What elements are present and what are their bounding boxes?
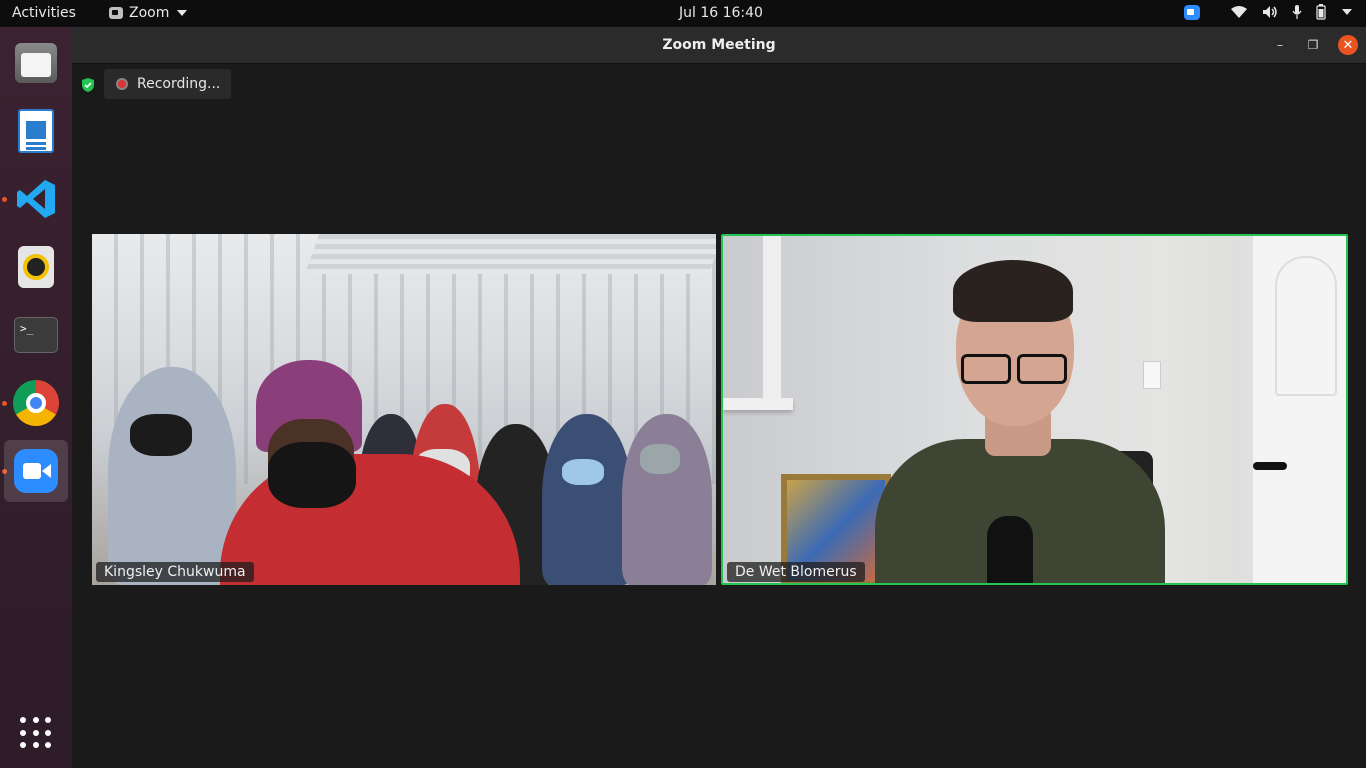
app-menu[interactable]: Zoom — [109, 5, 188, 21]
rhythmbox-icon — [18, 246, 54, 288]
video-background — [1253, 462, 1287, 470]
restore-button[interactable]: ❐ — [1303, 35, 1323, 55]
video-person — [542, 414, 632, 585]
video-person — [622, 414, 712, 585]
minimize-button[interactable]: – — [1270, 35, 1290, 55]
video-background — [304, 234, 716, 274]
recording-indicator[interactable]: Recording... — [104, 69, 232, 99]
show-applications-button[interactable] — [4, 702, 68, 764]
app-menu-label: Zoom — [129, 5, 170, 21]
zoom-tray-icon[interactable] — [1184, 4, 1200, 20]
encryption-shield-icon[interactable] — [80, 77, 96, 93]
wifi-icon — [1231, 6, 1247, 18]
zoom-app-icon — [109, 7, 123, 19]
video-background — [723, 398, 793, 410]
dock-item-writer[interactable] — [4, 100, 68, 162]
video-tile-active-speaker[interactable]: De Wet Blomerus — [721, 234, 1348, 585]
writer-icon — [18, 109, 54, 153]
video-background — [1143, 361, 1161, 389]
window-title: Zoom Meeting — [662, 37, 776, 53]
dock-item-zoom[interactable] — [4, 440, 68, 502]
microphone-icon — [1292, 5, 1302, 19]
video-person — [130, 414, 192, 456]
video-background — [763, 236, 781, 398]
window-titlebar[interactable]: Zoom Meeting – ❐ ✕ — [72, 27, 1366, 64]
video-background — [1275, 256, 1337, 396]
video-person — [961, 354, 1071, 384]
dock: >_ — [0, 27, 72, 768]
recording-label: Recording... — [137, 76, 221, 92]
app-grid-icon — [20, 717, 52, 749]
video-person — [953, 260, 1073, 322]
zoom-meeting-window: Zoom Meeting – ❐ ✕ Recording... Kingsley… — [72, 27, 1366, 768]
activities-button[interactable]: Activities — [12, 5, 76, 21]
vscode-icon — [17, 180, 55, 218]
system-tray[interactable] — [1184, 4, 1352, 20]
record-icon — [116, 78, 128, 90]
video-person — [987, 516, 1033, 583]
terminal-icon: >_ — [14, 317, 58, 353]
video-person — [268, 442, 356, 508]
video-person — [640, 444, 680, 474]
files-icon — [15, 43, 57, 83]
video-person — [108, 367, 236, 585]
dock-item-terminal[interactable]: >_ — [4, 304, 68, 366]
dock-item-rhythmbox[interactable] — [4, 236, 68, 298]
participant-name-label: De Wet Blomerus — [727, 562, 865, 582]
dock-item-files[interactable] — [4, 32, 68, 94]
top-bar: Activities Zoom Jul 16 16:40 — [0, 0, 1366, 27]
participant-name-label: Kingsley Chukwuma — [96, 562, 254, 582]
dock-item-vscode[interactable] — [4, 168, 68, 230]
video-person — [562, 459, 604, 485]
zoom-icon — [14, 449, 58, 493]
chevron-down-icon — [177, 10, 188, 16]
close-button[interactable]: ✕ — [1338, 35, 1358, 55]
clock[interactable]: Jul 16 16:40 — [679, 5, 763, 21]
dock-item-chrome[interactable] — [4, 372, 68, 434]
system-menu-chevron-icon — [1342, 9, 1352, 15]
volume-icon — [1263, 6, 1277, 18]
chrome-icon — [13, 380, 59, 426]
video-tile-participant[interactable]: Kingsley Chukwuma — [92, 234, 716, 585]
battery-icon — [1316, 4, 1326, 20]
